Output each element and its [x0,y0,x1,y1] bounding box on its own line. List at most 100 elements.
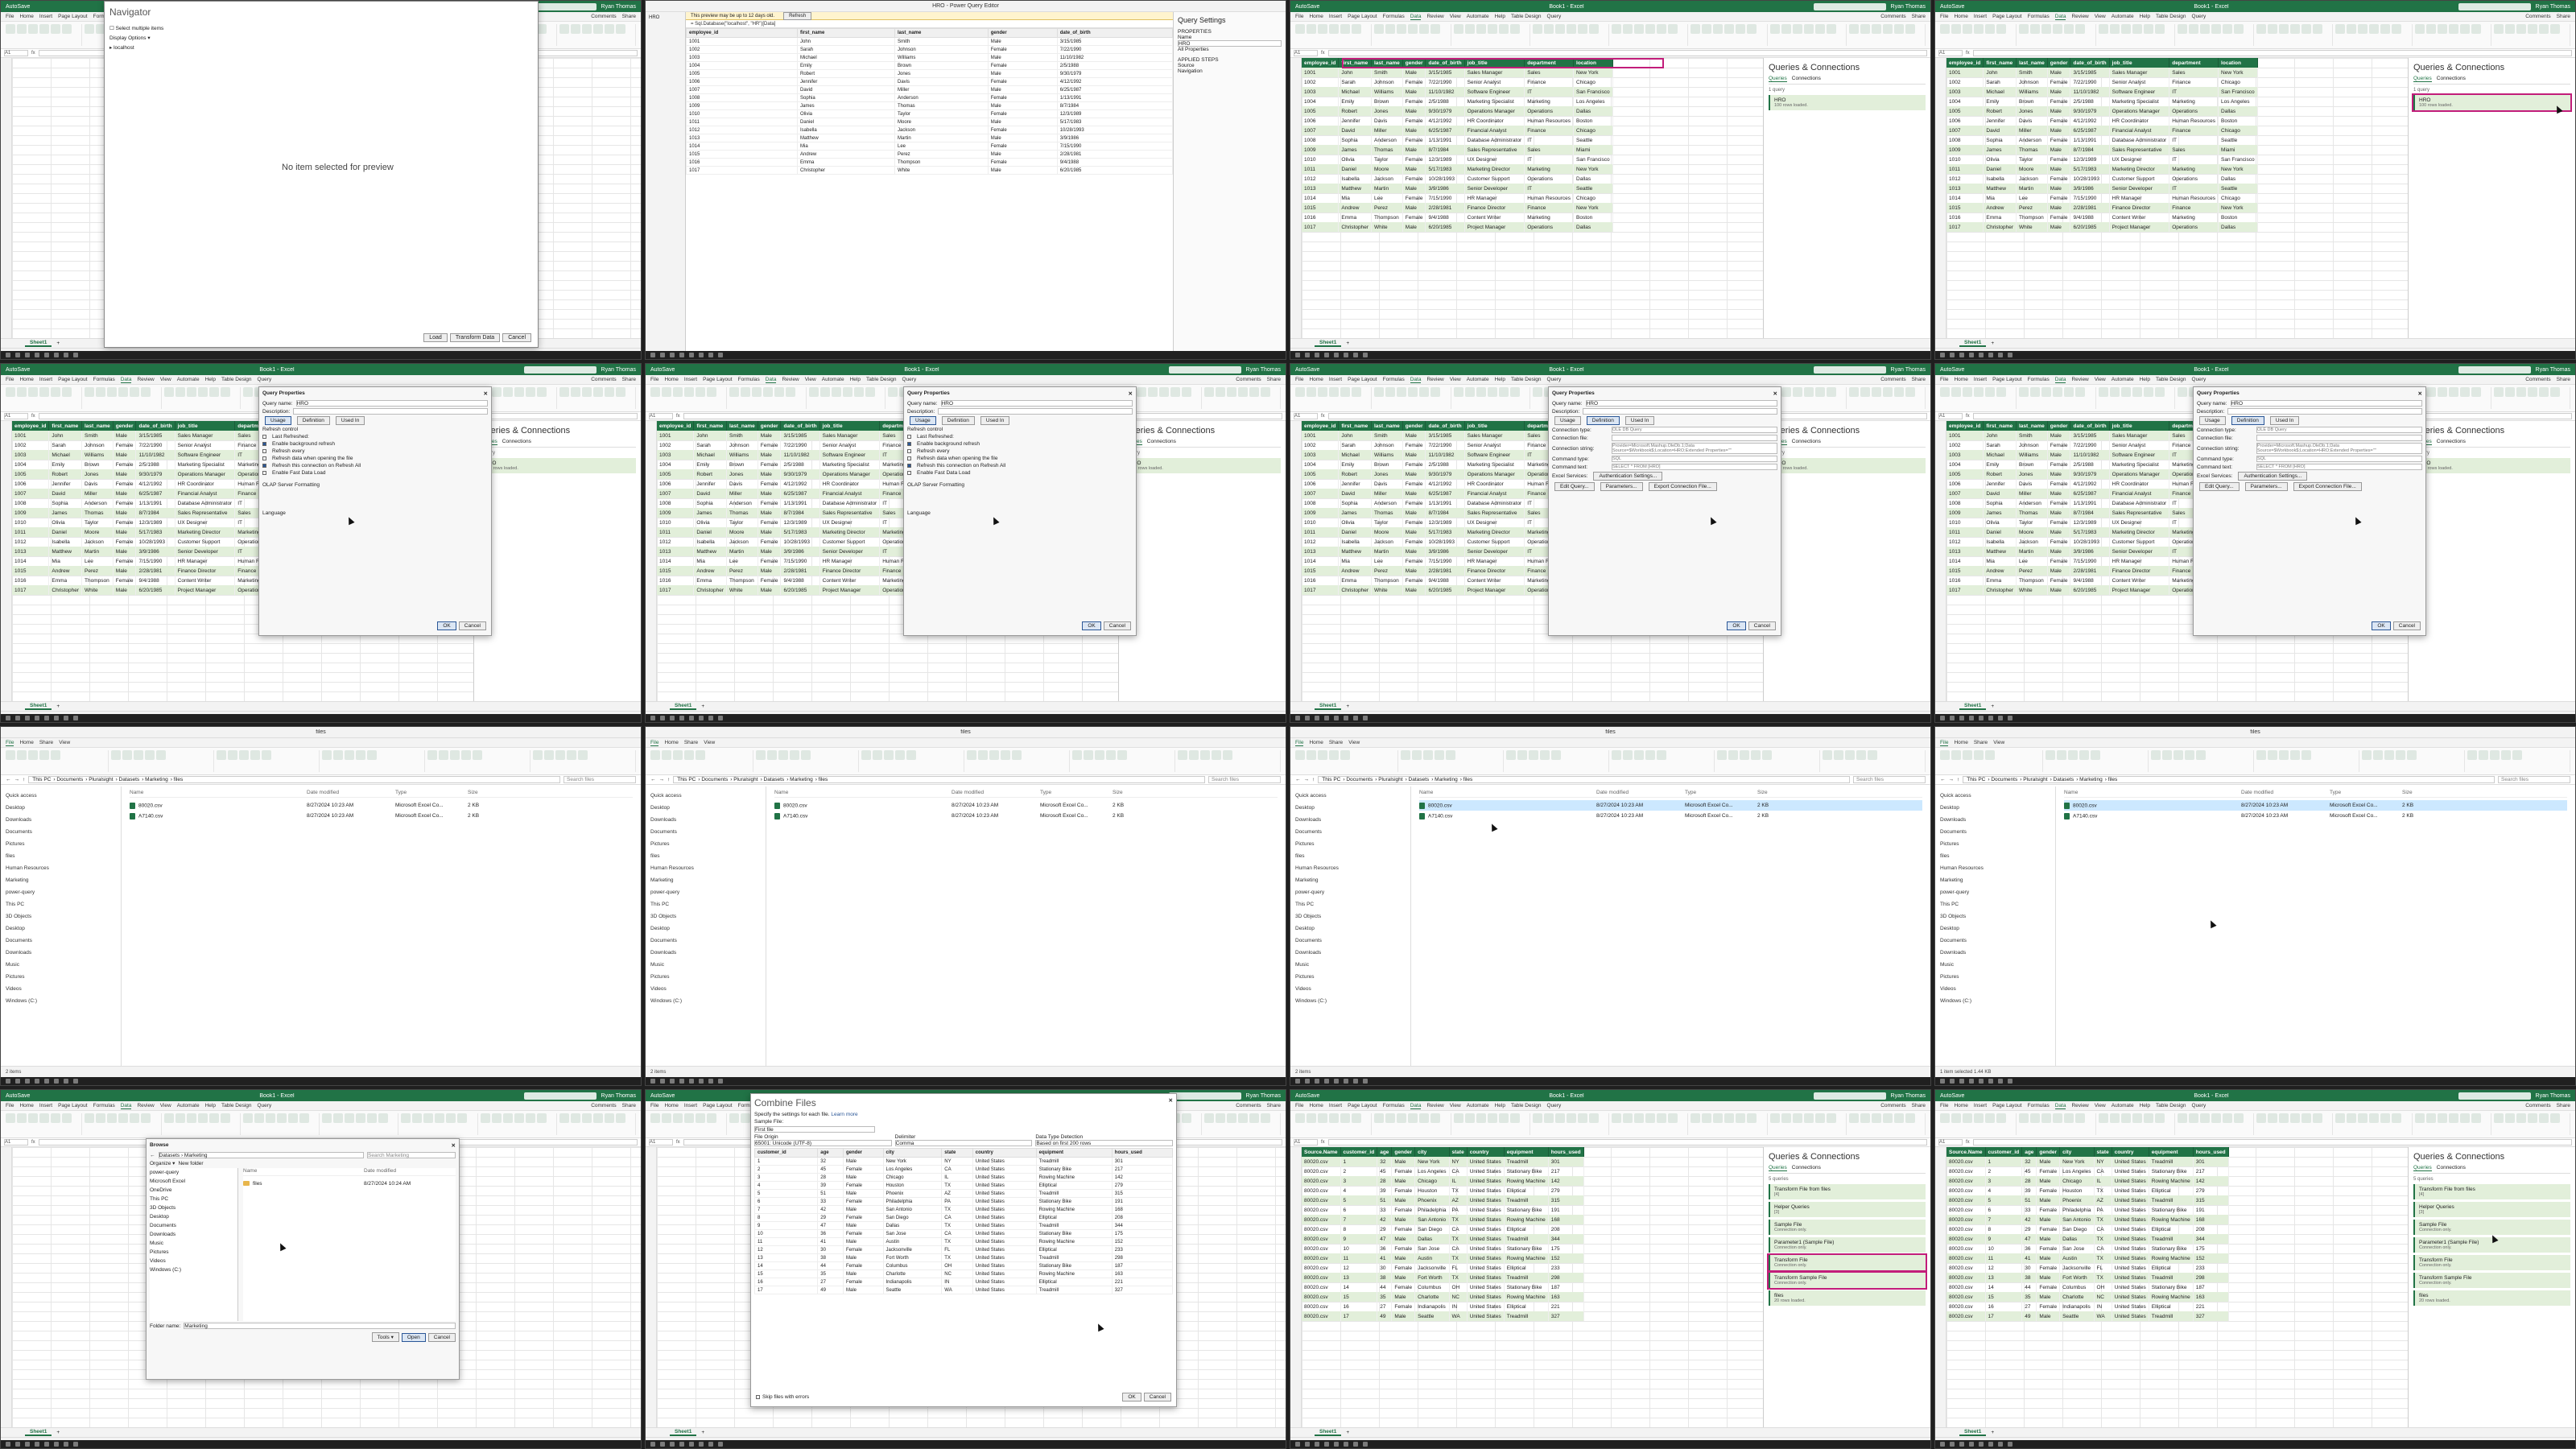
query-item[interactable]: Transform File from files [4] [2413,1184,2570,1199]
table-cell[interactable]: San Antonio [2059,1215,2095,1224]
sheet-tab[interactable]: Sheet1 [670,703,697,710]
table-cell[interactable]: 80020.csv [1946,1263,1986,1273]
breadcrumb-item[interactable]: › Marketing [1431,777,1458,782]
table-cell[interactable]: 2/5/1988 [1425,460,1465,469]
ribbon-button-icon[interactable] [141,387,151,397]
pane-tab-queries[interactable]: Queries [2413,1165,2432,1171]
ribbon-button-icon[interactable] [2046,750,2055,760]
table-cell[interactable]: Female [987,109,1058,118]
tab-view[interactable]: View [805,377,816,382]
ribbon-button-icon[interactable] [345,1113,354,1123]
ribbon-button-icon[interactable] [2222,24,2232,34]
table-cell[interactable]: 42 [2021,1215,2037,1224]
table-cell[interactable]: Smith [894,37,989,46]
table-cell[interactable]: 1003 [686,53,798,62]
ribbon-button-icon[interactable] [1453,24,1463,34]
table-cell[interactable]: 2/28/1981 [1056,150,1174,159]
table-cell[interactable]: 5/17/1983 [1425,164,1465,174]
ribbon-button-icon[interactable] [1690,24,1701,34]
ribbon-button-icon[interactable] [2109,1113,2120,1123]
table-cell[interactable]: Female [1391,1166,1416,1176]
table-cell[interactable]: 1014 [1946,193,1984,203]
table-cell[interactable]: James [693,508,727,518]
explorer-tab-file[interactable]: File [6,740,14,746]
ribbon-button-icon[interactable] [1397,24,1407,34]
table-cell[interactable]: Andrew [1338,203,1372,213]
table-cell[interactable]: Software Engineer [819,450,881,460]
taskbar-app-icon[interactable] [1324,353,1329,357]
ribbon-button-icon[interactable] [2335,1113,2346,1123]
table-cell[interactable]: Female [113,518,137,527]
search-input[interactable] [1168,365,1241,374]
table-cell[interactable]: Sales [2169,145,2219,155]
explorer-tab-home[interactable]: Home [1309,740,1323,745]
column-header[interactable]: employee_id [1302,58,1340,68]
table-cell[interactable]: Male [987,69,1058,78]
taskbar-app-icon[interactable] [670,1442,675,1447]
comments-button[interactable]: Comments [1236,1103,1261,1108]
table-cell[interactable]: Mia [1983,556,2017,566]
table-cell[interactable]: Martin [2016,547,2048,556]
tab-formulas[interactable]: Formulas [1383,1103,1405,1108]
table-cell[interactable]: Martin [2016,184,2048,193]
transform-data-button[interactable]: Transform Data [449,333,501,342]
ribbon-button-icon[interactable] [514,387,524,397]
ribbon-button-icon[interactable] [1963,387,1972,397]
table-cell[interactable]: 13 [1340,1273,1378,1282]
ribbon-button-icon[interactable] [756,750,766,760]
cancel-button[interactable]: Cancel [2392,621,2421,630]
tab-data[interactable]: Data [120,377,132,383]
pane-tab-connections[interactable]: Connections [2437,1165,2466,1171]
table-cell[interactable]: 80020.csv [1946,1311,1986,1321]
table-cell[interactable]: Isabella [797,126,895,134]
table-cell[interactable]: Sales Representative [2109,145,2170,155]
table-cell[interactable]: Michael [1338,450,1372,460]
nav-item[interactable]: power-query [150,1168,237,1177]
ribbon-button-icon[interactable] [1419,24,1430,34]
ribbon-button-icon[interactable] [2512,750,2522,760]
ribbon-button-icon[interactable] [1657,24,1666,34]
taskbar-app-icon[interactable] [689,353,694,357]
table-cell[interactable]: Martin [1371,547,1403,556]
table-cell[interactable]: Female [987,126,1058,134]
table-cell[interactable]: Dallas [1414,1234,1450,1244]
ribbon-button-icon[interactable] [2490,750,2500,760]
table-cell[interactable]: Female [2047,479,2071,489]
cancel-button[interactable]: Cancel [458,621,486,630]
tab-home[interactable]: Home [1309,377,1323,382]
ribbon-button-icon[interactable] [1554,1113,1565,1123]
column-header[interactable]: date_of_birth [2070,58,2110,68]
taskbar-app-icon[interactable] [1988,1442,1993,1447]
ribbon-button-icon[interactable] [2030,24,2041,34]
table-cell[interactable]: Male [2047,203,2071,213]
nav-item[interactable]: Downloads [650,947,761,959]
column-header[interactable]: Size [468,790,508,795]
table-cell[interactable]: Rowing Machine [2149,1292,2194,1302]
table-cell[interactable]: 1001 [1946,431,1984,440]
ribbon-button-icon[interactable] [2437,24,2447,34]
table-cell[interactable]: 1004 [1946,460,1984,469]
taskbar-app-icon[interactable] [73,1442,78,1447]
ribbon-button-icon[interactable] [2335,24,2346,34]
table-cell[interactable]: 1014 [686,142,798,151]
table-cell[interactable]: 1013 [1946,184,1984,193]
table-cell[interactable]: 29 [1377,1224,1393,1234]
nav-item[interactable]: Desktop [650,923,761,935]
table-cell[interactable]: Financial Analyst [2109,126,2170,135]
ribbon-button-icon[interactable] [1893,24,1904,34]
cancel-button[interactable]: Cancel [1748,621,1776,630]
definition-value[interactable]: SELECT * FROM [HRO] [2256,464,2422,470]
tab-formulas[interactable]: Formulas [1383,14,1405,19]
table-cell[interactable]: Smith [81,431,114,440]
table-cell[interactable]: 80020.csv [1302,1282,1341,1292]
ribbon-button-icon[interactable] [1532,24,1542,34]
tab-query[interactable]: Query [902,377,917,382]
tab-table-design[interactable]: Table Design [2156,377,2186,382]
ribbon-button-icon[interactable] [2301,1113,2311,1123]
table-cell[interactable]: Moore [894,118,989,126]
ribbon-button-icon[interactable] [39,24,49,34]
ribbon-button-icon[interactable] [570,24,580,34]
table-cell[interactable]: 80020.csv [1302,1263,1341,1273]
table-cell[interactable]: Lee [726,556,758,566]
share-button[interactable]: Share [622,377,636,382]
